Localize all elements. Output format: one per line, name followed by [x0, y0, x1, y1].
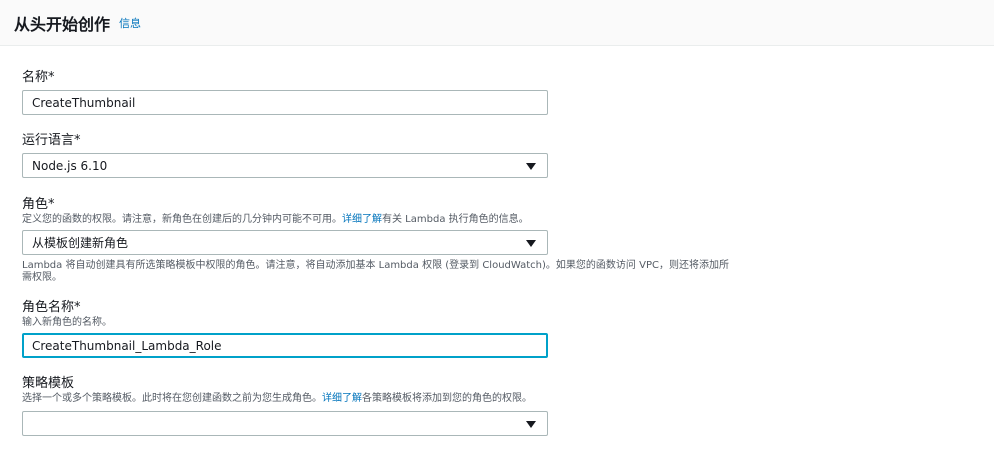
- name-input-value: CreateThumbnail: [32, 95, 136, 110]
- role-desc-prefix: 定义您的函数的权限。请注意，新角色在创建后的几分钟内可能不可用。: [22, 214, 342, 225]
- role-note: Lambda 将自动创建具有所选策略模板中权限的角色。请注意，将自动添加基本 L…: [22, 260, 729, 283]
- caret-down-icon: [526, 162, 536, 170]
- role-label: 角色*: [22, 197, 55, 212]
- role-description: 定义您的函数的权限。请注意，新角色在创建后的几分钟内可能不可用。详细了解有关 L…: [22, 213, 742, 226]
- role-name-field-group: 角色名称* 输入新角色的名称。 CreateThumbnail_Lambda_R…: [22, 300, 742, 358]
- policy-learn-more-link[interactable]: 详细了解: [322, 393, 362, 404]
- policy-templates-field-group: 策略模板 选择一个或多个策略模板。此时将在您创建函数之前为您生成角色。详细了解各…: [22, 376, 742, 436]
- policy-templates-description: 选择一个或多个策略模板。此时将在您创建函数之前为您生成角色。详细了解各策略模板将…: [22, 392, 742, 405]
- role-select[interactable]: 从模板创建新角色: [22, 230, 548, 255]
- role-desc-suffix: 有关 Lambda 执行角色的信息。: [382, 214, 529, 225]
- info-link[interactable]: 信息: [119, 15, 141, 31]
- runtime-select-value: Node.js 6.10: [32, 158, 108, 173]
- policy-desc-prefix: 选择一个或多个策略模板。此时将在您创建函数之前为您生成角色。: [22, 393, 322, 404]
- role-learn-more-link[interactable]: 详细了解: [342, 214, 382, 225]
- runtime-field-group: 运行语言* Node.js 6.10: [22, 133, 742, 178]
- runtime-label: 运行语言*: [22, 133, 81, 148]
- name-field-group: 名称* CreateThumbnail: [22, 70, 742, 115]
- name-input[interactable]: CreateThumbnail: [22, 90, 548, 115]
- policy-templates-select[interactable]: [22, 411, 548, 436]
- name-label: 名称*: [22, 70, 55, 85]
- section-header: 从头开始创作 信息: [0, 0, 994, 46]
- policy-desc-suffix: 各策略模板将添加到您的角色的权限。: [362, 393, 532, 404]
- runtime-select[interactable]: Node.js 6.10: [22, 153, 548, 178]
- policy-templates-label: 策略模板: [22, 376, 75, 391]
- role-name-label: 角色名称*: [22, 300, 81, 315]
- role-select-value: 从模板创建新角色: [32, 236, 129, 250]
- role-name-description: 输入新角色的名称。: [22, 317, 112, 328]
- caret-down-icon: [526, 239, 536, 247]
- caret-down-icon: [526, 420, 536, 428]
- role-field-group: 角色* 定义您的函数的权限。请注意，新角色在创建后的几分钟内可能不可用。详细了解…: [22, 197, 742, 284]
- role-name-input[interactable]: CreateThumbnail_Lambda_Role: [22, 333, 548, 358]
- role-name-input-value: CreateThumbnail_Lambda_Role: [32, 338, 222, 353]
- section-title: 从头开始创作: [14, 14, 111, 34]
